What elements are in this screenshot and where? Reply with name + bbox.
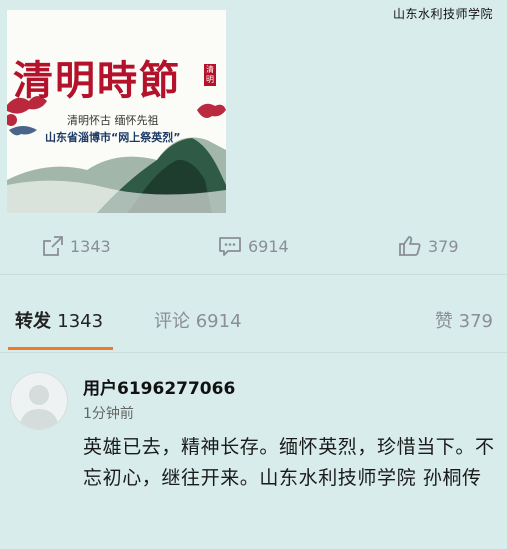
tab-repost[interactable]: 转发 1343 bbox=[15, 307, 103, 333]
tab-like-count: 379 bbox=[458, 311, 493, 332]
tab-comment[interactable]: 评论 6914 bbox=[154, 307, 242, 333]
tab-bar: 转发 1343 评论 6914 赞 379 bbox=[0, 295, 507, 353]
poster-caption: 山东省淄博市“网上祭英烈” bbox=[45, 131, 181, 144]
share-icon bbox=[43, 236, 63, 256]
comment-timestamp: 1分钟前 bbox=[83, 406, 134, 422]
watermark-text: 山东水利技师学院 bbox=[392, 7, 493, 21]
tab-like[interactable]: 赞 379 bbox=[435, 307, 493, 333]
repost-button[interactable]: 1343 bbox=[42, 222, 111, 270]
action-bar: 1343 6914 379 bbox=[0, 222, 507, 270]
comment-text: 英雄已去，精神长存。缅怀英烈，珍惜当下。不忘初心，继往开来。山东水利技师学院 孙… bbox=[83, 436, 495, 489]
poster-subtitle: 清明怀古 缅怀先祖 bbox=[67, 114, 159, 127]
like-count: 379 bbox=[428, 236, 459, 256]
poster-stamp: 清明 bbox=[206, 65, 214, 84]
poster-title: 清明時節 bbox=[13, 57, 181, 104]
tab-like-label: 赞 bbox=[434, 311, 453, 332]
like-button[interactable]: 379 bbox=[398, 222, 459, 270]
repost-count: 1343 bbox=[70, 236, 111, 256]
comment-icon bbox=[219, 237, 241, 256]
comment-count: 6914 bbox=[248, 236, 289, 256]
post-image[interactable]: 清明時節 清明 清明怀古 缅怀先祖 山东省淄博市“网上祭英烈” bbox=[7, 10, 226, 213]
section-divider bbox=[0, 274, 507, 275]
avatar[interactable] bbox=[10, 372, 68, 430]
active-tab-indicator bbox=[8, 347, 113, 350]
comment-button[interactable]: 6914 bbox=[218, 222, 289, 270]
default-avatar-icon bbox=[19, 385, 59, 429]
tab-comment-count: 6914 bbox=[195, 311, 242, 332]
tab-repost-label: 转发 bbox=[15, 311, 51, 332]
thumbs-up-icon bbox=[399, 236, 421, 256]
tab-repost-count: 1343 bbox=[57, 311, 104, 332]
comment-item: 用户6196277066 1分钟前 英雄已去，精神长存。缅怀英烈，珍惜当下。不忘… bbox=[0, 362, 507, 549]
comment-username[interactable]: 用户6196277066 bbox=[83, 374, 235, 399]
tab-divider bbox=[0, 352, 507, 353]
tab-comment-label: 评论 bbox=[154, 311, 190, 332]
